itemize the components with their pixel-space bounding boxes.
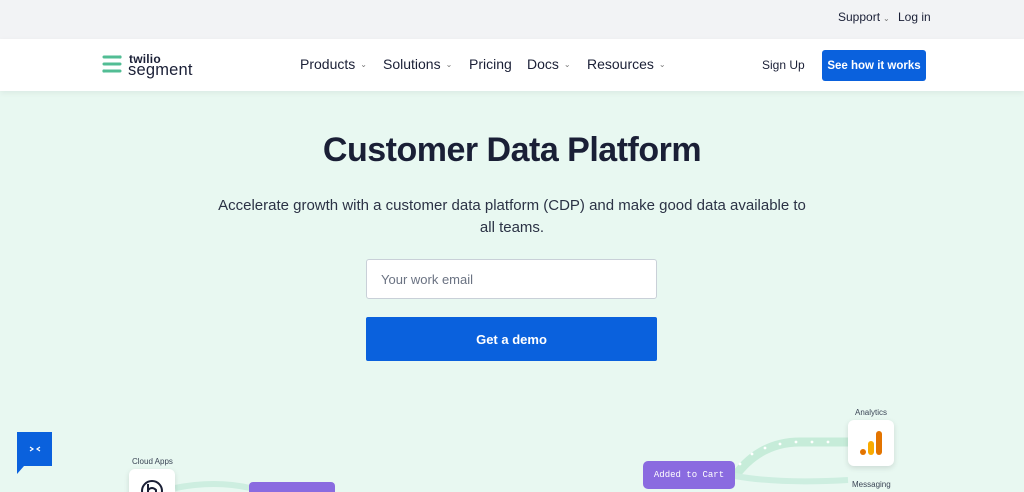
chat-widget-button[interactable]: [17, 432, 52, 466]
hero-subtitle: Accelerate growth with a customer data p…: [218, 197, 806, 236]
work-email-input[interactable]: [366, 259, 657, 299]
messaging-label: Messaging: [852, 480, 891, 489]
nav-item-label: Resources: [587, 56, 654, 72]
chevron-down-icon: ⌄: [883, 14, 890, 23]
nav-item-label: Solutions: [383, 56, 441, 72]
event-pill: Added to Cart: [643, 461, 735, 489]
nav-item-pricing[interactable]: Pricing: [469, 56, 512, 72]
support-link[interactable]: Support ⌄: [838, 10, 890, 24]
brand-bottom-text: segment: [128, 61, 193, 79]
nav-item-docs[interactable]: Docs ⌄: [527, 56, 571, 72]
nav-item-resources[interactable]: Resources ⌄: [587, 56, 666, 72]
nav-item-products[interactable]: Products ⌄: [300, 56, 367, 72]
nav-item-label: Pricing: [469, 56, 512, 72]
main-nav: twilio segment Products ⌄ Solutions ⌄ Pric…: [0, 39, 1024, 91]
chevron-down-icon: ⌄: [445, 60, 453, 69]
segment-logo[interactable]: twilio segment: [100, 51, 210, 81]
analytics-label: Analytics: [855, 408, 888, 417]
cloud-apps-label: Cloud Apps: [132, 457, 173, 466]
segment-logo-icon: [102, 55, 122, 73]
cloud-app-icon: [141, 480, 163, 492]
support-label: Support: [838, 10, 881, 24]
chevron-down-icon: ⌄: [360, 60, 367, 69]
analytics-tile: [848, 420, 894, 466]
flow-line-analytics: [731, 437, 848, 479]
nav-item-label: Products: [300, 56, 356, 72]
page-title: Customer Data Platform: [322, 131, 702, 169]
nav-item-solutions[interactable]: Solutions ⌄: [383, 56, 452, 72]
get-a-demo-button[interactable]: Get a demo: [366, 317, 657, 361]
flow-line-messaging: [734, 473, 849, 485]
chat-widget-tail: [17, 466, 24, 474]
sign-up-link[interactable]: Sign Up: [762, 58, 805, 72]
see-how-it-works-button[interactable]: See how it works: [822, 50, 926, 81]
source-event-block: [249, 482, 335, 492]
cloud-app-tile: [129, 469, 175, 492]
nav-item-label: Docs: [527, 56, 559, 72]
chat-icon: [29, 446, 40, 452]
login-link[interactable]: Log in: [898, 10, 931, 24]
chevron-down-icon: ⌄: [563, 60, 571, 69]
google-analytics-icon: [860, 431, 882, 455]
utility-bar: Support ⌄ Log in: [0, 0, 1024, 39]
chevron-down-icon: ⌄: [658, 60, 666, 69]
flow-line-left: [174, 481, 251, 491]
